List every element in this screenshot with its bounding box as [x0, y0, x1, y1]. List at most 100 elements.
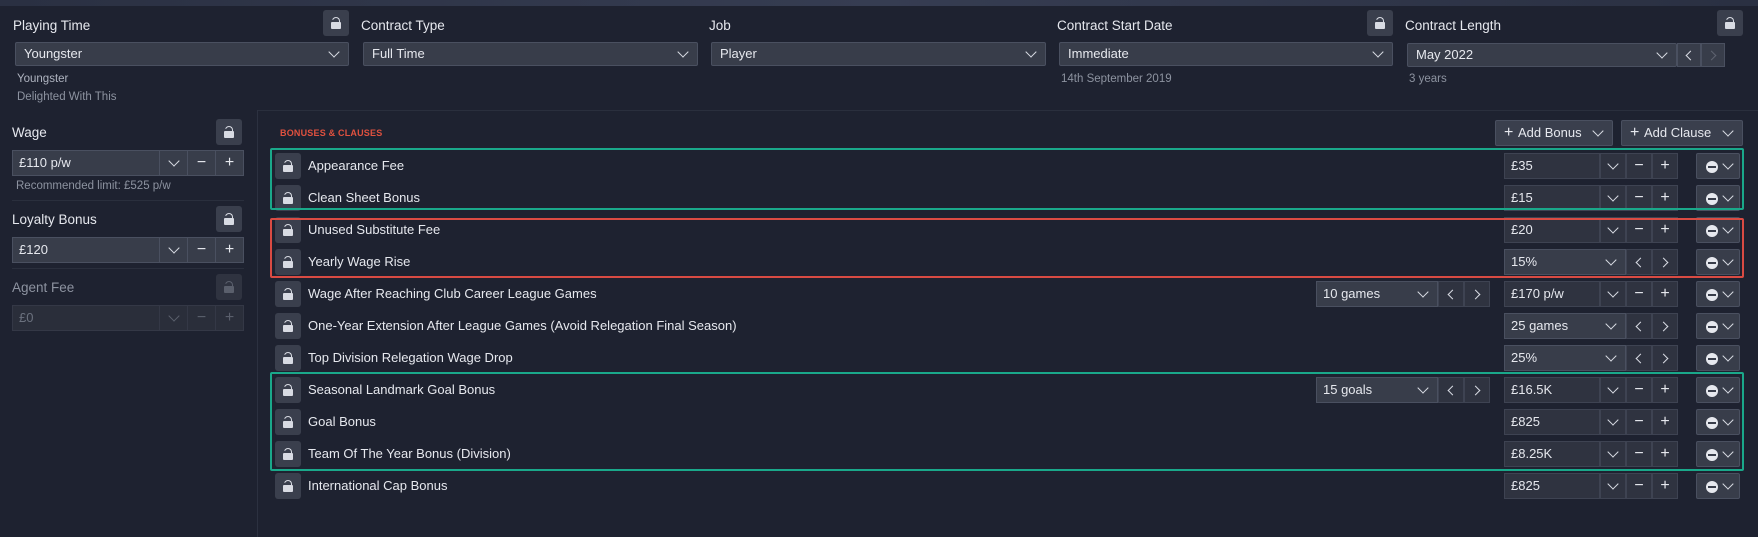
- bonus-value-input[interactable]: £825: [1504, 473, 1600, 499]
- chevron-down-icon: [1592, 125, 1604, 137]
- job-label: Job: [709, 18, 731, 33]
- bonus-next-button[interactable]: [1652, 345, 1678, 371]
- add-bonus-button[interactable]: + Add Bonus: [1495, 120, 1613, 146]
- plus-icon: +: [1660, 477, 1670, 494]
- playing-time-lock-button[interactable]: [323, 10, 349, 36]
- remove-circle-icon: [1706, 321, 1718, 333]
- lock-icon: [224, 213, 234, 225]
- wage-lock-button[interactable]: [216, 119, 242, 145]
- bonus-value-select[interactable]: 25%: [1504, 345, 1626, 371]
- bonus-prev-button[interactable]: [1626, 345, 1652, 371]
- add-bonus-label: Add Bonus: [1518, 125, 1582, 140]
- contract-start-label: Contract Start Date: [1057, 18, 1173, 33]
- lock-icon: [1375, 17, 1385, 29]
- add-clause-button[interactable]: + Add Clause: [1621, 120, 1743, 146]
- bonus-lock-button[interactable]: [275, 473, 301, 499]
- minus-icon: −: [196, 241, 207, 258]
- contract-type-value: Full Time: [372, 46, 425, 61]
- contract-start-select[interactable]: Immediate: [1059, 42, 1393, 66]
- chevron-down-icon: [167, 155, 180, 167]
- arrow-right-icon: [1658, 321, 1669, 331]
- bonus-prev-button[interactable]: [1626, 313, 1652, 339]
- bonus-decrease-button[interactable]: −: [1626, 473, 1652, 499]
- contract-length-group: Contract Length May 2022 3 years: [1405, 10, 1745, 110]
- bonus-value-input[interactable]: £170 p/w: [1504, 281, 1600, 307]
- bonus-next-button[interactable]: [1652, 313, 1678, 339]
- bonus-lock-button[interactable]: [275, 281, 301, 307]
- bonus-row: Wage After Reaching Club Career League G…: [272, 279, 1742, 309]
- bonus-condition-next-button[interactable]: [1464, 281, 1490, 307]
- contract-start-value: Immediate: [1068, 46, 1129, 61]
- arrow-left-icon: [1635, 321, 1646, 331]
- bonus-row: International Cap Bonus £825 − +: [272, 471, 1742, 501]
- contract-length-value: May 2022: [1416, 47, 1474, 62]
- wage-input[interactable]: £110 p/w: [12, 150, 160, 176]
- contract-length-next-button[interactable]: [1701, 43, 1725, 67]
- loyalty-bonus-label: Loyalty Bonus: [12, 212, 97, 227]
- contract-type-label: Contract Type: [361, 18, 445, 33]
- plus-icon: +: [1660, 285, 1670, 302]
- contract-length-lock-button[interactable]: [1717, 10, 1743, 36]
- chevron-down-icon: [328, 46, 340, 58]
- arrow-right-icon: [1470, 289, 1481, 299]
- bonus-condition-select[interactable]: 10 games: [1316, 281, 1438, 307]
- lock-icon: [283, 320, 293, 332]
- loyalty-increase-button[interactable]: +: [216, 237, 244, 263]
- contract-length-prev-button[interactable]: [1677, 43, 1701, 67]
- wage-divider: [12, 200, 244, 201]
- chevron-down-icon: [1605, 350, 1617, 362]
- bonus-options-button[interactable]: [1696, 313, 1740, 339]
- bonus-row: One-Year Extension After League Games (A…: [272, 311, 1742, 341]
- contract-type-group: Contract Type Full Time: [361, 10, 699, 110]
- wage-dropdown-button[interactable]: [160, 150, 188, 176]
- contract-start-group: Contract Start Date Immediate 14th Septe…: [1057, 10, 1395, 110]
- chevron-down-icon: [1372, 46, 1384, 58]
- plus-icon: +: [224, 309, 235, 326]
- remove-circle-icon: [1706, 353, 1718, 365]
- contract-start-lock-button[interactable]: [1367, 10, 1393, 36]
- agent-fee-label: Agent Fee: [12, 280, 75, 295]
- loyalty-decrease-button[interactable]: −: [188, 237, 216, 263]
- playing-time-group: Playing Time Youngster Youngster Delight…: [13, 10, 351, 110]
- wage-label: Wage: [12, 125, 47, 140]
- left-panel: Wage £110 p/w − + Recommended limit: £52…: [0, 110, 258, 537]
- loyalty-lock-button[interactable]: [216, 206, 242, 232]
- bonus-label: International Cap Bonus: [308, 478, 448, 493]
- job-value: Player: [720, 46, 757, 61]
- bonus-increase-button[interactable]: +: [1652, 473, 1678, 499]
- bonus-options-button[interactable]: [1696, 345, 1740, 371]
- minus-icon: −: [1634, 477, 1644, 494]
- contract-length-select[interactable]: May 2022: [1407, 43, 1677, 67]
- bonus-value-select[interactable]: 25 games: [1504, 313, 1626, 339]
- loyalty-bonus-stepper: £120 − +: [12, 237, 244, 263]
- agent-fee-lock-button: [216, 274, 242, 300]
- bonus-options-button[interactable]: [1696, 281, 1740, 307]
- bonus-increase-button[interactable]: +: [1652, 281, 1678, 307]
- agent-fee-dropdown-button: [160, 305, 188, 331]
- contract-start-date-text: 14th September 2019: [1061, 73, 1172, 85]
- bonus-dropdown-button[interactable]: [1600, 473, 1626, 499]
- loyalty-bonus-input[interactable]: £120: [12, 237, 160, 263]
- loyalty-dropdown-button[interactable]: [160, 237, 188, 263]
- arrow-left-icon: [1635, 353, 1646, 363]
- arrow-right-icon: [1706, 50, 1717, 61]
- chevron-down-icon: [1656, 47, 1668, 59]
- bonus-label: One-Year Extension After League Games (A…: [308, 318, 737, 333]
- playing-time-select[interactable]: Youngster: [15, 42, 349, 66]
- wage-decrease-button[interactable]: −: [188, 150, 216, 176]
- bonus-lock-button[interactable]: [275, 345, 301, 371]
- bonus-decrease-button[interactable]: −: [1626, 281, 1652, 307]
- job-select[interactable]: Player: [711, 42, 1046, 66]
- chevron-down-icon: [167, 310, 180, 322]
- chevron-down-icon: [167, 242, 180, 254]
- add-clause-label: Add Clause: [1644, 125, 1712, 140]
- contract-type-select[interactable]: Full Time: [363, 42, 698, 66]
- bonus-dropdown-button[interactable]: [1600, 281, 1626, 307]
- bonus-options-button[interactable]: [1696, 473, 1740, 499]
- bonus-lock-button[interactable]: [275, 313, 301, 339]
- chevron-down-icon: [1722, 286, 1734, 298]
- wage-increase-button[interactable]: +: [216, 150, 244, 176]
- playing-time-happiness: Delighted With This: [17, 91, 117, 103]
- bonus-condition-prev-button[interactable]: [1438, 281, 1464, 307]
- top-strip: [0, 0, 1758, 6]
